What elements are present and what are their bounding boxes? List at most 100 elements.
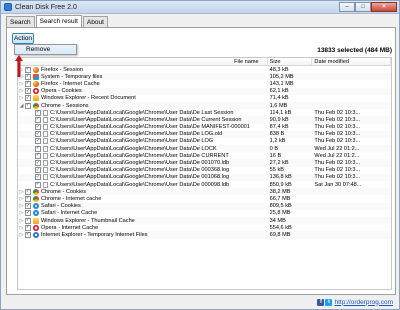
name-cell: ◢ ✓ Chrome - Sessions — [18, 102, 268, 109]
row-checkbox[interactable]: ✓ — [35, 152, 41, 159]
category-row[interactable]: ▷ ✓ Chrome - Internet cache 66,7 MB — [18, 195, 391, 202]
row-checkbox[interactable]: ✓ — [25, 231, 31, 238]
row-checkbox[interactable]: ✓ — [35, 124, 41, 131]
size-cell: 71,4 kB — [269, 95, 289, 102]
row-checkbox[interactable]: ✓ — [35, 138, 41, 145]
row-checkbox[interactable]: ✓ — [25, 203, 31, 210]
row-checkbox[interactable]: ✓ — [25, 224, 31, 231]
file-row[interactable]: ✓ C:\Users\User\AppData\Local\Google\Chro… — [18, 130, 391, 138]
facebook-icon[interactable]: f — [317, 298, 325, 306]
expand-toggle-icon[interactable]: ▷ — [18, 81, 25, 87]
file-row[interactable]: ✓ C:\Users\User\AppData\Local\Google\Chro… — [18, 145, 391, 153]
file-icon — [43, 167, 48, 174]
row-checkbox[interactable]: ✓ — [25, 80, 31, 87]
file-row[interactable]: ✓ C:\Users\User\AppData\Local\Google\Chro… — [18, 167, 391, 174]
file-row[interactable]: ✓ C:\Users\User\AppData\Local\Google\Chro… — [18, 138, 391, 145]
tab-about[interactable]: About — [82, 16, 108, 27]
minimize-button[interactable]: – — [339, 1, 355, 12]
results-grid: File name Size Date modified ▷ ✓ Firefox -… — [17, 57, 392, 290]
file-row[interactable]: ✓ C:\Users\User\AppData\Local\Google\Chro… — [18, 116, 391, 124]
expand-toggle-icon[interactable]: ▷ — [18, 196, 25, 202]
category-row[interactable]: ▷ ✓ Internet Explorer - Temporary Internet… — [18, 231, 391, 239]
row-checkbox[interactable]: ✓ — [25, 66, 31, 73]
category-row[interactable]: ▷ ✓ Opera - Cookies 62,1 kB — [18, 87, 391, 95]
expand-toggle-icon[interactable]: ▷ — [18, 189, 25, 195]
name-cell: ▷ ✓ Opera - Cookies — [18, 88, 268, 95]
date-cell: Thu Feb 02 10:3... — [314, 174, 361, 181]
row-checkbox[interactable]: ✓ — [35, 109, 41, 116]
file-icon — [43, 116, 48, 123]
date-cell: Wed Jul 22 01:2... — [314, 152, 360, 159]
expand-toggle-icon[interactable]: ▷ — [18, 203, 25, 209]
category-row[interactable]: ▷ ✓ Windows Explorer - Thumbnail Cache 34 M… — [18, 216, 391, 225]
size-cell: 554,6 kB — [269, 224, 292, 231]
category-row[interactable]: ▷ ✓ System - Temporary files 105,2 MB — [18, 73, 391, 81]
row-checkbox[interactable]: ✓ — [25, 102, 31, 109]
expand-toggle-icon[interactable]: ▷ — [18, 210, 25, 216]
file-row[interactable]: ✓ C:\Users\User\AppData\Local\Google\Chro… — [18, 124, 391, 131]
file-row[interactable]: ✓ C:\Users\User\AppData\Local\Google\Chro… — [18, 109, 391, 116]
expand-toggle-icon[interactable]: ▷ — [18, 232, 25, 238]
size-cell: 838 B — [269, 131, 285, 138]
column-header-date[interactable]: Date modified — [312, 58, 391, 65]
expand-toggle-icon[interactable]: ◢ — [18, 103, 25, 109]
date-cell: Thu Feb 02 10:3... — [314, 160, 361, 167]
category-row[interactable]: ▷ ✓ Firefox - Internet Cache 143,1 MB — [18, 80, 391, 87]
expand-toggle-icon[interactable]: ▷ — [18, 95, 25, 101]
row-checkbox[interactable]: ✓ — [25, 88, 31, 95]
name-cell: ✓ C:\Users\User\AppData\Local\Google\Chro… — [18, 160, 268, 167]
row-name: Chrome - Sessions — [41, 102, 89, 109]
file-row[interactable]: ✓ C:\Users\User\AppData\Local\Google\Chro… — [18, 159, 391, 167]
row-name: C:\Users\User\AppData\Local\Google\Chrom… — [50, 124, 250, 131]
category-row[interactable]: ▷ ✓ Opera - Internet Cache 554,6 kB — [18, 224, 391, 231]
row-checkbox[interactable]: ✓ — [35, 145, 41, 152]
category-row[interactable]: ▷ ✓ Firefox - Session 48,3 kB — [18, 66, 391, 73]
pointer-arrow-icon — [15, 55, 23, 77]
row-checkbox[interactable]: ✓ — [35, 160, 41, 167]
expand-toggle-icon[interactable]: ▷ — [18, 225, 25, 231]
category-row[interactable]: ▷ ✓ Safari - Internet Cache 25,8 MB — [18, 210, 391, 217]
file-row[interactable]: ✓ C:\Users\User\AppData\Local\Google\Chro… — [18, 181, 391, 188]
action-button[interactable]: Action — [12, 33, 34, 44]
tab-search[interactable]: Search — [6, 16, 35, 27]
menu-item-remove[interactable]: Remove — [15, 45, 76, 54]
grid-header: File name Size Date modified — [18, 58, 391, 66]
file-row[interactable]: ✓ C:\Users\User\AppData\Local\Google\Chro… — [18, 173, 391, 181]
category-row[interactable]: ◢ ✓ Chrome - Sessions 1,6 MB — [18, 101, 391, 110]
window-title: Clean Disk Free 2.0 — [15, 3, 77, 11]
row-checkbox[interactable]: ✓ — [35, 116, 41, 123]
row-checkbox[interactable]: ✓ — [25, 210, 31, 217]
maximize-button[interactable]: □ — [355, 1, 371, 12]
row-checkbox[interactable]: ✓ — [25, 195, 31, 202]
size-cell: 69,8 MB — [269, 231, 291, 238]
website-link[interactable]: http://orderprog.com — [334, 299, 393, 306]
row-checkbox[interactable]: ✓ — [35, 167, 41, 174]
close-button[interactable]: ✕ — [371, 1, 397, 12]
category-row[interactable]: ▷ ✓ Windows Explorer - Recent Document 71,4… — [18, 95, 391, 102]
category-row[interactable]: ▷ ✓ Chrome - Cookies 38,2 MB — [18, 188, 391, 196]
name-cell: ✓ C:\Users\User\AppData\Local\Google\Chro… — [18, 152, 268, 159]
expand-toggle-icon[interactable]: ▷ — [18, 88, 25, 94]
size-cell: 1,6 MB — [269, 102, 288, 109]
size-cell: 105,2 MB — [269, 73, 294, 80]
file-row[interactable]: ✓ C:\Users\User\AppData\Local\Google\Chro… — [18, 152, 391, 159]
column-header-size[interactable]: Size — [268, 58, 313, 65]
window-controls: – □ ✕ — [339, 1, 397, 13]
row-name: C:\Users\User\AppData\Local\Google\Chrom… — [50, 109, 234, 116]
tab-search-result[interactable]: Search result — [35, 15, 82, 27]
row-checkbox[interactable]: ✓ — [25, 73, 31, 80]
column-header-name[interactable]: File name — [18, 58, 268, 65]
row-checkbox[interactable]: ✓ — [25, 188, 31, 195]
row-checkbox[interactable]: ✓ — [25, 217, 31, 224]
file-icon — [43, 160, 48, 167]
date-cell: Sat Jan 30 07:48... — [314, 181, 362, 188]
row-checkbox[interactable]: ✓ — [25, 95, 31, 102]
category-row[interactable]: ▷ ✓ Safari - Cookies 809,5 kB — [18, 202, 391, 210]
date-cell: Wed Jul 22 01:2... — [314, 145, 360, 152]
row-checkbox[interactable]: ✓ — [35, 174, 41, 181]
row-checkbox[interactable]: ✓ — [35, 131, 41, 138]
expand-toggle-icon[interactable]: ▷ — [18, 218, 25, 224]
twitter-icon[interactable]: t — [325, 298, 333, 306]
size-cell: 87,4 kB — [269, 124, 289, 131]
row-checkbox[interactable]: ✓ — [35, 181, 41, 188]
